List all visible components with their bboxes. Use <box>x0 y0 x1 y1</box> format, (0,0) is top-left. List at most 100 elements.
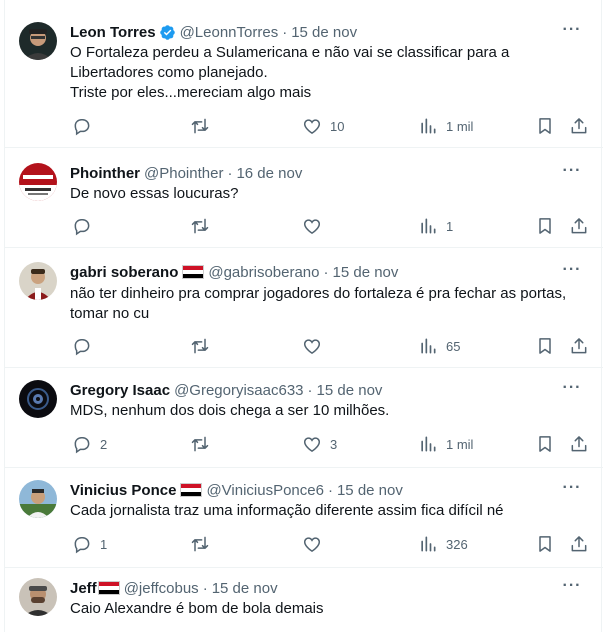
reply-button[interactable]: 1 <box>72 533 107 555</box>
avatar[interactable] <box>19 480 57 518</box>
bookmark-icon <box>539 436 551 452</box>
verified-badge-icon <box>159 24 176 41</box>
views-count: 1 <box>446 218 454 234</box>
author-name[interactable]: Gregory Isaac <box>70 382 170 399</box>
author-name[interactable]: gabri soberano <box>70 264 178 281</box>
separator-dot: · <box>323 263 329 281</box>
views-icon <box>421 436 436 452</box>
share-button[interactable] <box>569 433 589 455</box>
views-button[interactable]: 326 <box>418 533 468 555</box>
like-button[interactable] <box>302 335 330 357</box>
more-options-icon[interactable]: ··· <box>561 22 583 44</box>
timestamp[interactable]: 15 de nov <box>317 382 383 399</box>
share-button[interactable] <box>569 335 589 357</box>
timestamp[interactable]: 16 de nov <box>236 165 302 182</box>
author-handle[interactable]: @LeonnTorres <box>180 24 279 41</box>
like-icon <box>303 119 321 134</box>
reply-button[interactable] <box>72 115 100 137</box>
views-button[interactable]: 1 <box>418 215 453 237</box>
author-handle[interactable]: @jeffcobus <box>124 580 199 597</box>
tweet[interactable]: Jeff @jeffcobus · 15 de nov ··· Caio Ale… <box>5 568 603 632</box>
reply-button[interactable] <box>72 215 100 237</box>
avatar[interactable] <box>19 163 57 201</box>
reply-button[interactable]: 2 <box>72 433 107 455</box>
avatar[interactable] <box>19 22 57 60</box>
author-name[interactable]: Phointher <box>70 165 140 182</box>
avatar[interactable] <box>19 380 57 418</box>
retweet-icon <box>191 118 209 134</box>
more-options-icon[interactable]: ··· <box>561 262 583 284</box>
tweet-header: Vinicius Ponce @ViniciusPonce6 · 15 de n… <box>70 480 403 500</box>
views-icon <box>421 536 436 552</box>
views-count: 65 <box>446 338 461 354</box>
bookmark-button[interactable] <box>535 433 555 455</box>
tweet-text-line: tomar no cu <box>70 305 150 322</box>
bookmark-button[interactable] <box>535 335 555 357</box>
more-options-icon[interactable]: ··· <box>561 163 583 185</box>
timestamp[interactable]: 15 de nov <box>291 24 357 41</box>
retweet-button[interactable] <box>190 335 218 357</box>
author-handle[interactable]: @Phointher <box>144 165 223 182</box>
share-button[interactable] <box>569 215 589 237</box>
views-button[interactable]: 1 mil <box>418 115 473 137</box>
bookmark-button[interactable] <box>535 533 555 555</box>
timestamp[interactable]: 15 de nov <box>212 580 278 597</box>
like-count: 3 <box>330 436 338 452</box>
tweet-text-line: não ter dinheiro pra comprar jogadores d… <box>70 285 567 302</box>
flag-icon <box>97 581 120 595</box>
retweet-button[interactable] <box>190 533 218 555</box>
bookmark-button[interactable] <box>535 115 555 137</box>
timestamp[interactable]: 15 de nov <box>337 482 403 499</box>
action-bar: 2 3 1 mil <box>65 433 595 455</box>
tweet[interactable]: Gregory Isaac @Gregoryisaac633 · 15 de n… <box>5 368 603 468</box>
author-handle[interactable]: @Gregoryisaac633 <box>174 382 303 399</box>
author-name[interactable]: Vinicius Ponce <box>70 482 176 499</box>
like-count: 10 <box>330 118 345 134</box>
views-count: 1 mil <box>446 436 474 452</box>
tweet[interactable]: Vinicius Ponce @ViniciusPonce6 · 15 de n… <box>5 468 603 568</box>
tweet-text-line: O Fortaleza perdeu a Sulamericana e não … <box>70 44 510 61</box>
tweet[interactable]: gabri soberano @gabrisoberano · 15 de no… <box>5 248 603 368</box>
flag-icon <box>180 483 203 497</box>
tweet-header: Leon Torres @LeonnTorres · 15 de nov <box>70 22 357 42</box>
retweet-icon <box>191 436 209 452</box>
share-button[interactable] <box>569 115 589 137</box>
bookmark-icon <box>539 118 551 134</box>
tweet[interactable]: Leon Torres @LeonnTorres · 15 de nov ···… <box>5 0 603 148</box>
like-button[interactable] <box>302 215 330 237</box>
more-options-icon[interactable]: ··· <box>561 480 583 502</box>
tweet-header: Phointher @Phointher · 16 de nov <box>70 163 302 183</box>
more-options-icon[interactable]: ··· <box>561 380 583 402</box>
like-button[interactable] <box>302 533 330 555</box>
like-icon <box>303 339 321 354</box>
reply-button[interactable] <box>72 335 100 357</box>
author-handle[interactable]: @ViniciusPonce6 <box>206 482 324 499</box>
views-icon <box>421 338 436 354</box>
like-button[interactable]: 3 <box>302 433 337 455</box>
separator-dot: · <box>227 164 233 182</box>
author-handle[interactable]: @gabrisoberano <box>208 264 319 281</box>
retweet-button[interactable] <box>190 433 218 455</box>
like-button[interactable]: 10 <box>302 115 344 137</box>
retweet-button[interactable] <box>190 115 218 137</box>
views-button[interactable]: 65 <box>418 335 460 357</box>
flag-icon <box>182 265 205 279</box>
like-icon <box>303 437 321 452</box>
tweet[interactable]: Phointher @Phointher · 16 de nov ··· De … <box>5 148 603 248</box>
author-name[interactable]: Jeff <box>70 580 97 597</box>
tweet-text: MDS, nenhum dos dois chega a ser 10 milh… <box>70 401 590 421</box>
tweet-text-line: Libertadores como planejado. <box>70 64 268 81</box>
avatar[interactable] <box>19 262 57 300</box>
separator-dot: · <box>327 481 333 499</box>
action-bar: 1 326 <box>65 533 595 555</box>
retweet-button[interactable] <box>190 215 218 237</box>
share-icon <box>571 118 587 134</box>
author-name[interactable]: Leon Torres <box>70 24 156 41</box>
share-button[interactable] <box>569 533 589 555</box>
bookmark-button[interactable] <box>535 215 555 237</box>
timestamp[interactable]: 15 de nov <box>333 264 399 281</box>
more-options-icon[interactable]: ··· <box>561 578 583 600</box>
avatar[interactable] <box>19 578 57 616</box>
reply-feed: Leon Torres @LeonnTorres · 15 de nov ···… <box>4 0 603 632</box>
views-button[interactable]: 1 mil <box>418 433 473 455</box>
